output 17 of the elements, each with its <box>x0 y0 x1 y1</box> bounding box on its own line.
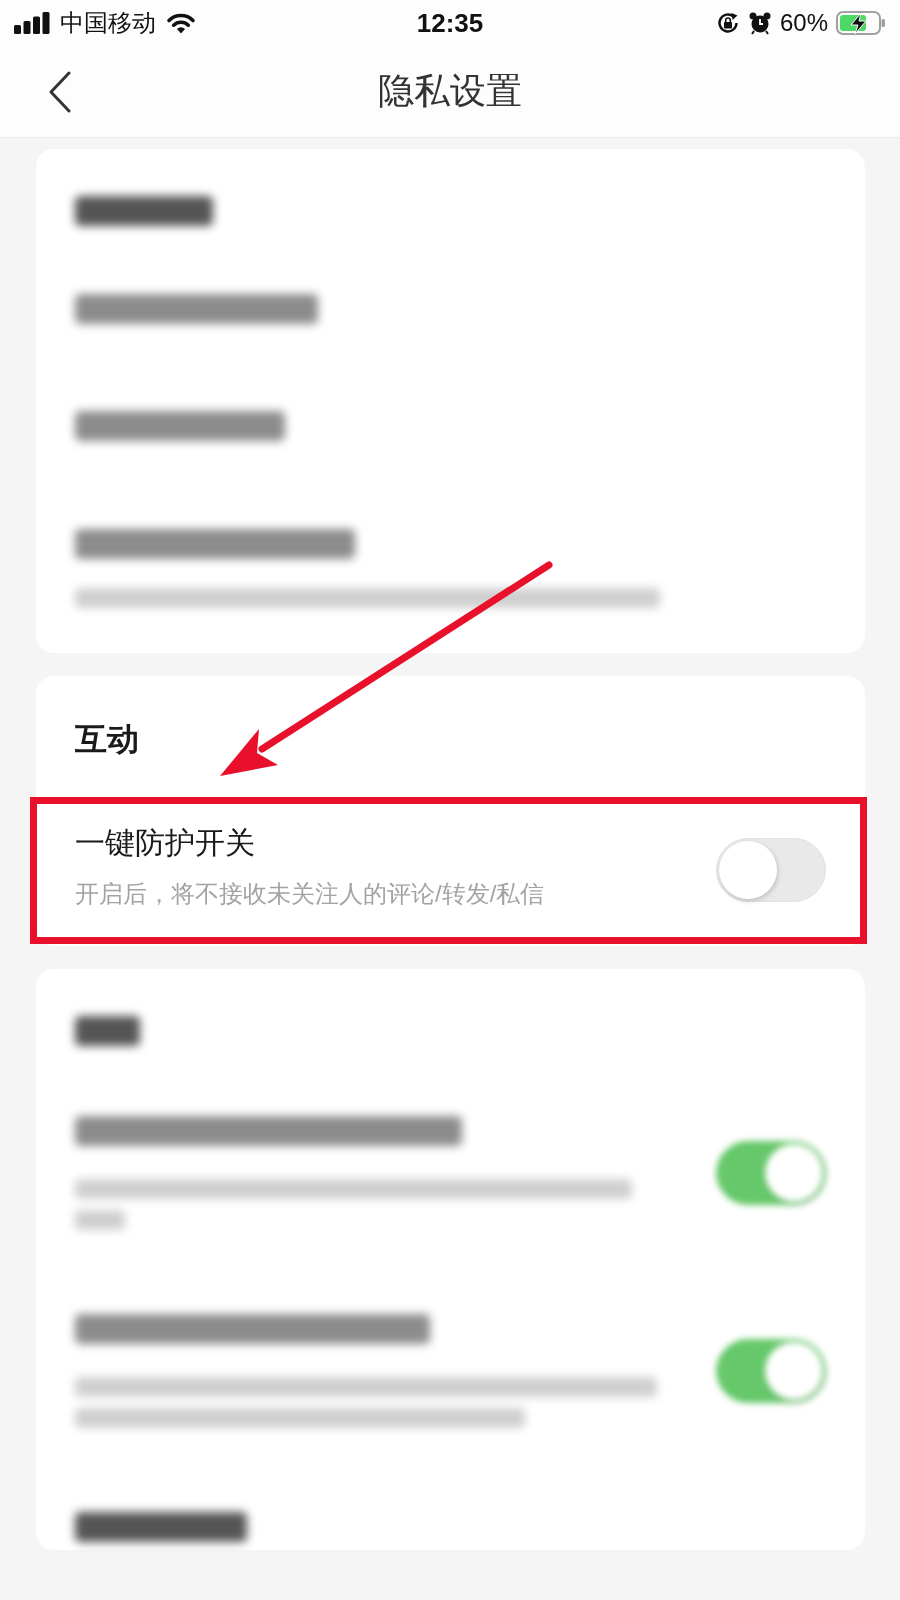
setting-description: 开启后，将不接收未关注人的评论/转发/私信 <box>75 879 546 909</box>
wifi-icon <box>166 12 196 34</box>
blurred-text <box>75 1210 125 1230</box>
carrier-name: 中国移动 <box>60 8 156 38</box>
battery-charging-icon <box>836 11 886 35</box>
setting-label: 一键防护开关 <box>75 825 256 861</box>
page-title: 隐私设置 <box>378 69 522 113</box>
signal-icon <box>14 12 50 34</box>
battery-percentage: 60% <box>779 9 828 37</box>
toggle-switch[interactable] <box>716 1339 826 1403</box>
alarm-clock-icon <box>747 11 772 35</box>
rotation-lock-icon <box>715 11 740 35</box>
chevron-left-icon <box>48 70 72 113</box>
status-time: 12:35 <box>416 7 484 39</box>
toggle-switch[interactable] <box>716 1141 826 1205</box>
section-title: 互动 <box>74 721 140 757</box>
blurred-text <box>75 1016 140 1046</box>
